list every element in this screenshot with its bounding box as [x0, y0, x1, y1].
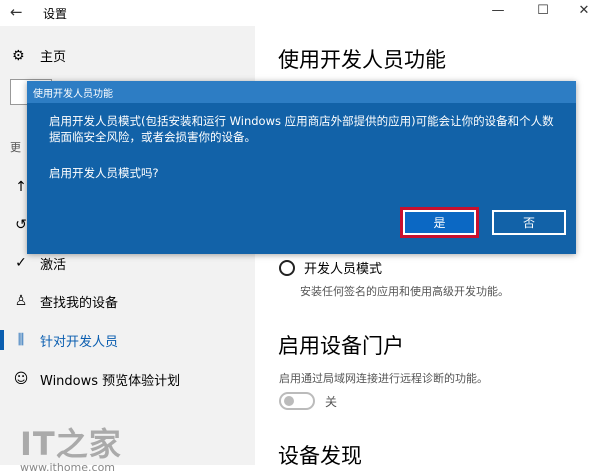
toggle-state-label: 关: [325, 394, 338, 409]
sidebar-home[interactable]: ⚙ 主页: [12, 46, 67, 66]
dev-mode-label: 开发人员模式: [304, 262, 383, 277]
yes-button[interactable]: 是: [400, 207, 479, 238]
dialog-title-bar: 使用开发人员功能: [27, 81, 576, 103]
dialog-title: 使用开发人员功能: [33, 88, 113, 100]
sidebar-item-label: 查找我的设备: [40, 295, 119, 311]
device-portal-toggle-row: 关: [279, 392, 337, 410]
developer-icon: ⫼: [17, 332, 25, 348]
dev-mode-option[interactable]: 开发人员模式: [279, 258, 382, 277]
no-button[interactable]: 否: [492, 210, 566, 235]
sidebar-item-find-device[interactable]: ♙ 查找我的设备: [0, 286, 255, 316]
confirm-dialog: 使用开发人员功能 启用开发人员模式(包括安装和运行 Windows 应用商店外部…: [27, 81, 576, 254]
maximize-icon[interactable]: ☐: [533, 3, 553, 18]
sidebar-group-label: 更: [10, 141, 21, 154]
device-portal-toggle[interactable]: [279, 392, 315, 410]
dialog-question: 启用开发人员模式吗?: [49, 166, 159, 180]
title-bar: ← 设置 — ☐ ✕: [0, 0, 600, 26]
watermark-logo: IT之家: [20, 425, 122, 463]
page-title: 使用开发人员功能: [278, 48, 446, 72]
dialog-message: 启用开发人员模式(包括安装和运行 Windows 应用商店外部提供的应用)可能会…: [49, 114, 554, 144]
insider-icon: ☺: [13, 371, 29, 387]
watermark: IT之家 www.ithome.com: [20, 419, 122, 474]
sidebar-item-label: 激活: [40, 257, 67, 273]
sidebar-item-label: Windows 预览体验计划: [40, 373, 181, 389]
radio-button[interactable]: [279, 259, 295, 276]
sidebar-item-for-developers[interactable]: ⫼ 针对开发人员: [0, 325, 255, 355]
close-icon[interactable]: ✕: [574, 3, 594, 18]
sidebar-item-insider[interactable]: ☺ Windows 预览体验计划: [0, 364, 255, 394]
sidebar-home-label: 主页: [40, 50, 67, 65]
section-title-device-discovery: 设备发现: [278, 444, 362, 468]
app-title: 设置: [43, 7, 68, 21]
watermark-url: www.ithome.com: [20, 461, 116, 474]
sidebar-item-label: 针对开发人员: [40, 334, 119, 350]
device-portal-description: 启用通过局域网连接进行远程诊断的功能。: [279, 372, 488, 385]
activation-icon: ✓: [15, 255, 27, 271]
gear-icon: ⚙: [12, 47, 25, 64]
section-title-device-portal: 启用设备门户: [278, 334, 404, 358]
dev-mode-description: 安装任何签名的应用和使用高级开发功能。: [300, 285, 509, 298]
person-pin-icon: ♙: [14, 293, 28, 309]
back-arrow-icon[interactable]: ←: [10, 3, 23, 21]
minimize-icon[interactable]: —: [488, 3, 508, 18]
toggle-knob: [284, 396, 294, 406]
